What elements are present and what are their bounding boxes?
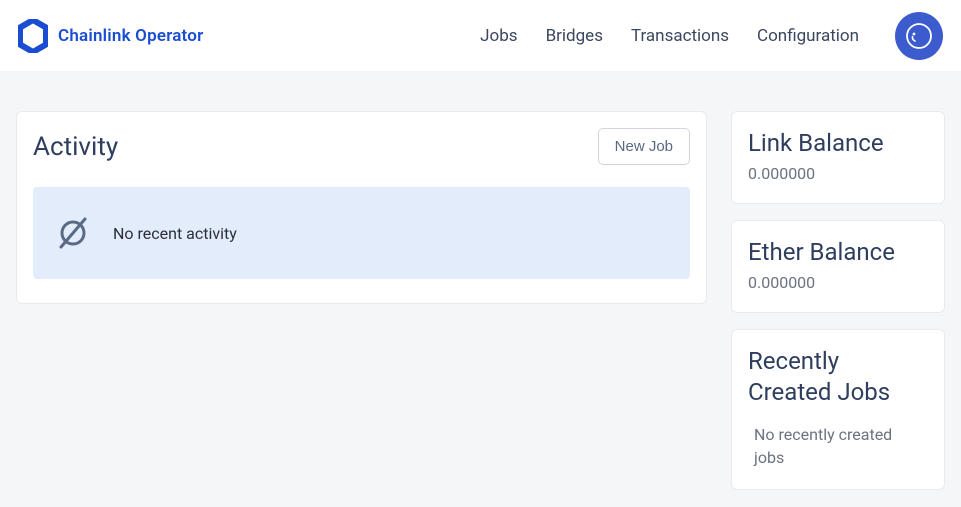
recent-jobs-card: Recently Created Jobs No recently create… — [731, 329, 945, 490]
activity-title: Activity — [33, 132, 118, 162]
ether-balance-card: Ether Balance 0.000000 — [731, 220, 945, 313]
recent-jobs-title: Recently Created Jobs — [748, 346, 928, 408]
main-content: Activity New Job No recent activity Link… — [0, 71, 961, 490]
link-balance-title: Link Balance — [748, 128, 928, 158]
ether-balance-title: Ether Balance — [748, 237, 928, 267]
header: Chainlink Operator Jobs Bridges Transact… — [0, 0, 961, 71]
brand-logo-group[interactable]: Chainlink Operator — [18, 19, 203, 53]
nav-links: Jobs Bridges Transactions Configuration — [480, 12, 943, 60]
new-job-button[interactable]: New Job — [598, 128, 690, 165]
nav-bridges[interactable]: Bridges — [546, 26, 603, 46]
link-balance-value: 0.000000 — [748, 164, 928, 183]
activity-empty-text: No recent activity — [113, 224, 237, 243]
activity-card: Activity New Job No recent activity — [16, 111, 707, 304]
activity-empty-state: No recent activity — [33, 187, 690, 279]
left-column: Activity New Job No recent activity — [16, 111, 707, 490]
empty-set-icon — [55, 215, 91, 251]
chainlink-hexagon-icon — [18, 19, 48, 53]
face-icon — [905, 22, 933, 50]
user-avatar[interactable] — [895, 12, 943, 60]
brand-name: Chainlink Operator — [58, 26, 203, 46]
right-column: Link Balance 0.000000 Ether Balance 0.00… — [731, 111, 945, 490]
activity-header: Activity New Job — [17, 112, 706, 187]
ether-balance-value: 0.000000 — [748, 273, 928, 292]
recent-jobs-empty-text: No recently created jobs — [748, 424, 928, 469]
nav-configuration[interactable]: Configuration — [757, 26, 859, 46]
nav-jobs[interactable]: Jobs — [480, 26, 517, 46]
nav-transactions[interactable]: Transactions — [631, 26, 729, 46]
link-balance-card: Link Balance 0.000000 — [731, 111, 945, 204]
